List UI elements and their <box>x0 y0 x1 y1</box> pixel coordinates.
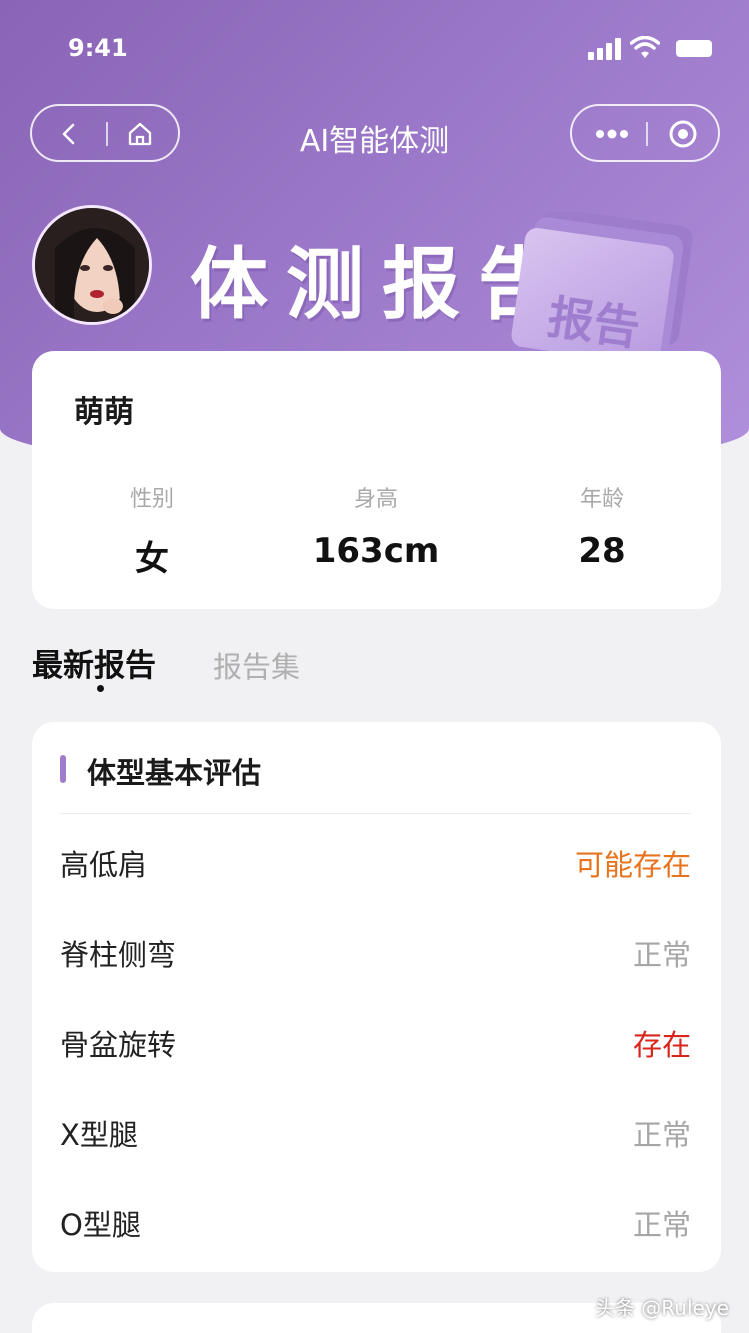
row-status: 正常 <box>632 938 691 972</box>
profile-name: 萌萌 <box>74 395 134 430</box>
row-status: 正常 <box>632 1208 691 1242</box>
stat-value: 28 <box>578 531 626 571</box>
row-status: 可能存在 <box>574 848 691 882</box>
stat-label: 性别 <box>129 487 174 512</box>
assessment-row[interactable]: 脊柱侧弯 正常 <box>60 932 691 982</box>
divider <box>60 813 691 814</box>
battery-icon <box>676 40 712 57</box>
tab-latest-report[interactable]: 最新报告 <box>32 640 156 685</box>
assessment-row[interactable]: O型腿 正常 <box>60 1202 691 1252</box>
assessment-row[interactable]: 高低肩 可能存在 <box>60 842 691 892</box>
stat-age: 年龄 28 <box>512 481 692 571</box>
more-icon[interactable] <box>592 120 632 148</box>
assessment-row[interactable]: X型腿 正常 <box>60 1112 691 1162</box>
row-label: X型腿 <box>60 1118 138 1152</box>
stat-gender: 性别 女 <box>62 481 242 580</box>
assessment-title: 体型基本评估 <box>87 756 262 790</box>
assessment-row[interactable]: 骨盆旋转 存在 <box>60 1022 691 1072</box>
stat-label: 年龄 <box>579 487 624 512</box>
row-label: 骨盆旋转 <box>60 1028 177 1062</box>
status-bar: 9:41 <box>0 0 749 100</box>
row-label: 脊柱侧弯 <box>60 938 177 972</box>
nav-capsule-right <box>570 104 720 162</box>
status-time: 9:41 <box>68 34 128 62</box>
row-label: 高低肩 <box>60 848 148 882</box>
report-book-icon: 报告 <box>511 212 693 362</box>
row-status: 正常 <box>632 1118 691 1152</box>
close-mini-program-icon[interactable] <box>668 119 698 149</box>
stat-label: 身高 <box>353 487 398 512</box>
active-tab-indicator <box>97 685 104 692</box>
row-label: O型腿 <box>60 1208 141 1242</box>
capsule-divider <box>646 122 648 146</box>
signal-icon <box>588 38 622 60</box>
profile-card: 萌萌 性别 女 身高 163cm 年龄 28 <box>32 351 721 609</box>
tab-report-collection[interactable]: 报告集 <box>213 644 300 686</box>
avatar <box>32 205 152 325</box>
row-status: 存在 <box>632 1028 691 1062</box>
assessment-card: 体型基本评估 高低肩 可能存在 脊柱侧弯 正常 骨盆旋转 存在 X型腿 正常 O… <box>32 722 721 1272</box>
nav-bar: AI智能体测 <box>0 104 749 164</box>
wifi-icon <box>630 36 660 58</box>
stat-value: 163cm <box>312 531 440 571</box>
stat-value: 女 <box>135 539 169 579</box>
watermark: 头条 @Ruleye <box>594 1296 729 1320</box>
stat-height: 身高 163cm <box>286 481 466 571</box>
section-accent-bar <box>60 755 66 783</box>
